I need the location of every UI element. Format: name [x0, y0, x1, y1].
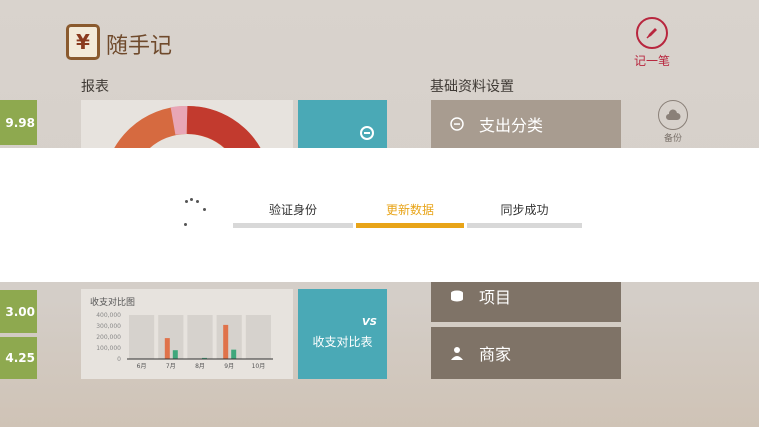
category-background — [129, 315, 155, 359]
bar — [172, 350, 178, 359]
sync-progress-overlay: 验证身份 更新数据 同步成功 — [0, 148, 759, 282]
y-tick-label: 400,000 — [96, 312, 121, 319]
x-tick-label: 6月 — [137, 363, 147, 370]
amount-value: 9.98 — [5, 115, 35, 130]
category-background — [216, 315, 242, 359]
x-tick-label: 10月 — [252, 363, 266, 370]
category-background — [245, 315, 271, 359]
x-tick-label: 8月 — [195, 363, 205, 370]
y-tick-label: 200,000 — [96, 334, 121, 341]
step-update-bar — [356, 223, 464, 228]
amount-value: 3.00 — [5, 304, 35, 319]
pie-chart-card[interactable] — [81, 100, 293, 148]
y-tick-label: 100,000 — [96, 345, 121, 352]
step-verify-bar — [233, 223, 353, 228]
logo-glyph: ¥ — [76, 30, 90, 54]
backup-label: 备份 — [663, 134, 682, 144]
merchant-tile[interactable]: 商家 — [431, 327, 621, 379]
compare-tile-label: 收支对比表 — [312, 335, 373, 349]
bar-chart: 400,000 300,000 200,000 100,000 0 6月 7月 8月 9月 10月 — [96, 312, 273, 370]
loading-spinner — [180, 198, 210, 228]
y-tick-label: 0 — [117, 356, 121, 363]
step-verify-label: 验证身份 — [268, 203, 317, 217]
amount-tile-2[interactable]: 3.00 — [0, 290, 37, 333]
tile-label: 项目 — [479, 288, 512, 307]
person-icon — [449, 345, 465, 361]
bar — [231, 349, 237, 359]
expense-category-tile[interactable]: 支出分类 — [431, 100, 621, 148]
category-background — [187, 315, 213, 359]
x-tick-label: 9月 — [224, 363, 234, 370]
cloud-icon[interactable] — [658, 100, 688, 130]
record-button-label[interactable]: 记一笔 — [622, 52, 682, 69]
tile-label: 支出分类 — [479, 116, 544, 135]
donut-chart — [114, 105, 261, 148]
amount-tile-1[interactable]: 9.98 — [0, 100, 37, 145]
x-tick-label: 7月 — [166, 363, 176, 370]
amount-tile-3[interactable]: 4.25 — [0, 337, 37, 379]
tile-label: 商家 — [479, 345, 512, 364]
minus-circle-icon — [449, 116, 465, 132]
bar — [223, 324, 229, 359]
compare-chart-card[interactable]: 收支对比图 400,000 300,000 200,000 100,000 0 6月 7月 8… — [81, 289, 293, 379]
category-background — [158, 315, 184, 359]
minus-circle-icon — [360, 126, 374, 140]
amount-value: 4.25 — [5, 351, 35, 365]
pen-icon[interactable] — [636, 17, 668, 49]
step-success-bar — [467, 223, 582, 228]
bar — [164, 338, 170, 359]
step-success-label: 同步成功 — [500, 203, 549, 217]
vs-icon: VS — [362, 317, 377, 328]
settings-title: 基础资料设置 — [430, 79, 514, 95]
database-icon — [449, 288, 465, 304]
y-tick-label: 300,000 — [96, 323, 121, 330]
step-update-label: 更新数据 — [385, 203, 434, 217]
report-title: 报表 — [81, 79, 109, 95]
compare-tile[interactable]: VS 收支对比表 — [298, 289, 387, 379]
app-name: 随手记 — [106, 34, 173, 59]
app-logo: ¥ — [66, 24, 100, 60]
trend-tile[interactable] — [298, 100, 387, 148]
